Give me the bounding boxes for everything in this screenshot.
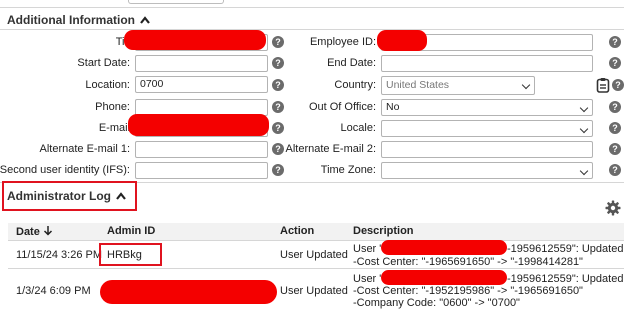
help-icon[interactable]: ?	[272, 36, 284, 48]
help-icon[interactable]: ?	[609, 122, 621, 134]
column-header-description[interactable]: Description	[353, 225, 414, 237]
row1-desc-suffix: -1959612559": Updated.	[507, 243, 624, 255]
row2-desc-suffix: -1959612559": Updated.	[507, 273, 624, 285]
row2-date: 1/3/24 6:09 PM	[16, 285, 91, 297]
help-icon[interactable]: ?	[272, 164, 284, 176]
redaction-row2-admin-id	[100, 280, 277, 304]
start-date-label: Start Date:	[77, 57, 130, 69]
row2-desc-prefix: User "	[353, 273, 384, 285]
row1-admin-id: HRBkg	[107, 249, 142, 261]
help-icon[interactable]: ?	[272, 79, 284, 91]
alt-email2-label: Alternate E-mail 2:	[285, 143, 376, 155]
country-label: Country:	[334, 79, 376, 91]
row2-desc-line3: -Company Code: "0600" -> "0700"	[353, 297, 520, 309]
phone-label: Phone:	[95, 101, 130, 113]
sort-down-arrow-icon[interactable]	[43, 225, 53, 239]
row1-desc-prefix: User "	[353, 243, 384, 255]
redaction-row1-user	[381, 240, 507, 255]
end-date-field[interactable]	[381, 55, 593, 72]
column-header-action[interactable]: Action	[280, 225, 314, 237]
alt-email1-field[interactable]	[135, 141, 268, 158]
second-identity-label: Second user identity (IFS):	[0, 164, 130, 176]
row2-action: User Updated	[280, 285, 348, 297]
end-date-label: End Date:	[327, 57, 376, 69]
gear-icon[interactable]	[605, 200, 621, 216]
top-divider	[0, 7, 624, 8]
out-of-office-select[interactable]: No	[381, 99, 593, 116]
help-icon[interactable]: ?	[609, 101, 621, 113]
help-icon[interactable]: ?	[609, 164, 621, 176]
redaction-email	[128, 114, 269, 136]
column-header-admin-id[interactable]: Admin ID	[107, 225, 155, 237]
help-icon[interactable]: ?	[612, 79, 624, 91]
email-label: E-mail	[98, 122, 130, 134]
help-icon[interactable]: ?	[609, 143, 621, 155]
out-of-office-label: Out Of Office:	[308, 101, 376, 113]
redaction-employee-id	[377, 30, 427, 51]
help-icon[interactable]: ?	[272, 101, 284, 113]
admin-log-header[interactable]: Administrator Log	[7, 189, 127, 203]
row1-action: User Updated	[280, 249, 348, 261]
top-control-stub	[128, 0, 224, 4]
employee-id-label: Employee ID:	[309, 36, 376, 48]
help-icon[interactable]: ?	[272, 57, 284, 69]
help-icon[interactable]: ?	[609, 36, 621, 48]
section-divider	[0, 29, 624, 30]
alt-email2-field[interactable]	[381, 141, 593, 158]
help-icon[interactable]: ?	[609, 57, 621, 69]
row-divider	[8, 268, 624, 269]
clipboard-icon[interactable]	[596, 77, 610, 93]
location-field[interactable]: 0700	[135, 76, 268, 93]
top-strip	[0, 0, 624, 6]
redaction-row2-user	[381, 270, 507, 285]
locale-label: Locale:	[340, 122, 376, 134]
help-icon[interactable]: ?	[272, 143, 284, 155]
redaction-title	[124, 30, 266, 50]
additional-info-header[interactable]: Additional Information	[7, 13, 151, 27]
admin-log-table-header	[8, 223, 624, 240]
column-label-date: Date	[16, 226, 40, 238]
row2-desc-line2: -Cost Center: "-1952195986" -> "-1965691…	[353, 285, 583, 297]
time-zone-select[interactable]	[381, 162, 593, 179]
caret-up-icon[interactable]	[139, 15, 151, 25]
table-divider	[8, 240, 624, 241]
column-header-date[interactable]: Date	[16, 225, 53, 239]
help-icon[interactable]: ?	[272, 122, 284, 134]
second-identity-field[interactable]	[135, 162, 268, 179]
caret-up-icon[interactable]	[115, 191, 127, 201]
alt-email1-label: Alternate E-mail 1:	[39, 143, 130, 155]
country-select[interactable]: United States	[381, 76, 535, 95]
row1-date: 11/15/24 3:26 PM	[16, 249, 103, 261]
location-label: Location:	[85, 79, 130, 91]
start-date-field[interactable]	[135, 55, 268, 72]
admin-log-title: Administrator Log	[7, 189, 111, 203]
row1-desc-line2: -Cost Center: "-1965691650" -> "-1998414…	[353, 256, 583, 268]
additional-info-title: Additional Information	[7, 13, 135, 27]
locale-select[interactable]	[381, 120, 593, 137]
time-zone-label: Time Zone:	[320, 164, 376, 176]
